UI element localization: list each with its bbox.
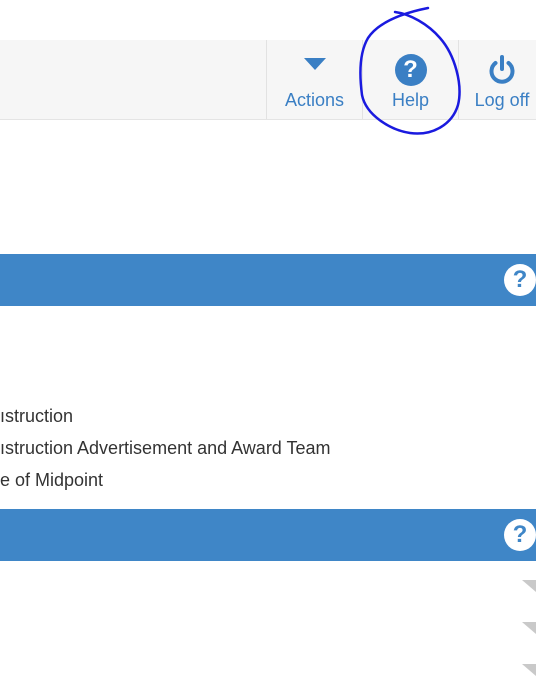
top-toolbar: Actions ? Help Log off: [0, 40, 536, 120]
help-button[interactable]: ? Help: [363, 40, 458, 119]
actions-button[interactable]: Actions: [267, 40, 362, 119]
help-label: Help: [391, 90, 430, 110]
panel-header-bar: ?: [0, 509, 536, 561]
list-item: ıstruction: [0, 406, 74, 426]
power-icon: [489, 55, 515, 84]
log-off-label: Log off: [474, 90, 530, 110]
list-item: e of Midpoint: [0, 470, 104, 490]
question-circle-icon[interactable]: ?: [504, 264, 536, 296]
question-circle-icon[interactable]: ?: [504, 519, 536, 551]
chevron-down-icon[interactable]: [522, 580, 536, 592]
panel-header-bar: ?: [0, 254, 536, 306]
chevron-down-icon[interactable]: [522, 622, 536, 634]
caret-down-icon: [303, 58, 326, 70]
question-circle-icon: ?: [394, 54, 427, 86]
chevron-down-icon[interactable]: [522, 664, 536, 676]
list-item: ıstruction Advertisement and Award Team: [0, 438, 331, 458]
log-off-button[interactable]: Log off: [459, 40, 536, 119]
actions-label: Actions: [284, 90, 345, 110]
